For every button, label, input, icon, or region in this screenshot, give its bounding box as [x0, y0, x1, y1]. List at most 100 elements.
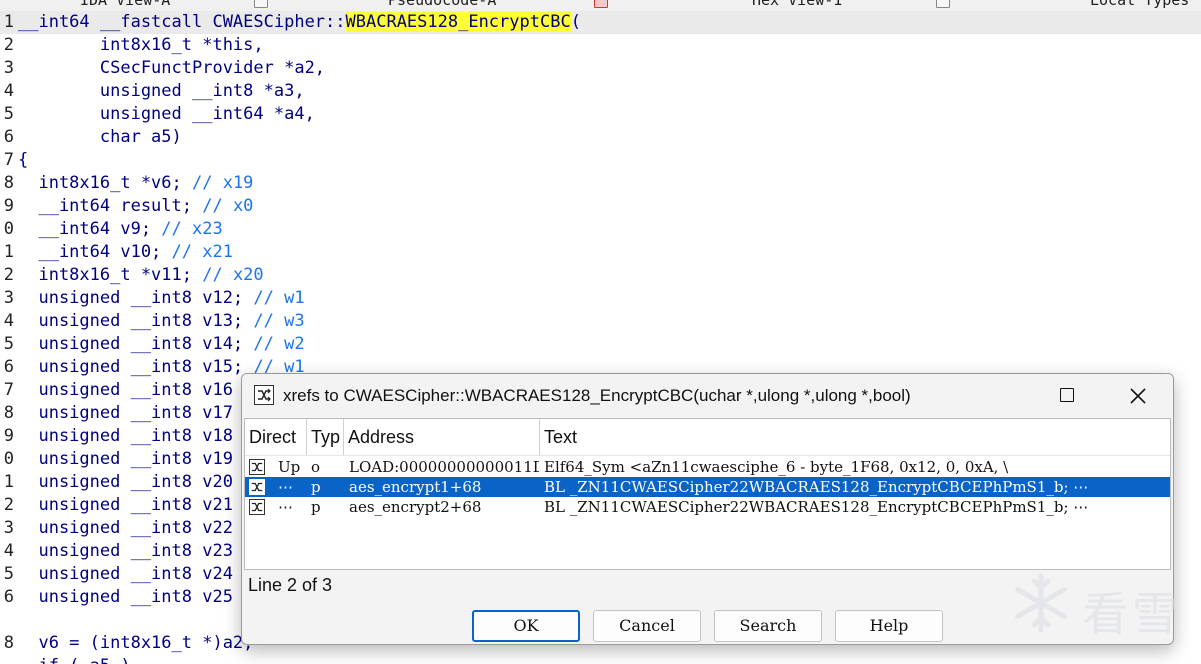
code-line[interactable]: 7{ — [0, 149, 1201, 172]
code-token: char a5) — [18, 127, 182, 147]
column-header-type[interactable]: Typ — [307, 419, 344, 455]
code-token: unsigned __int8 v14; — [18, 334, 254, 354]
code-token: __int64 __fastcall CWAESCipher:: — [18, 12, 346, 32]
code-text: unsigned __int8 v22 — [18, 517, 233, 540]
code-line[interactable]: 8 int8x16_t *v6; // x19 — [0, 172, 1201, 195]
code-token: unsigned __int8 v18 — [18, 426, 233, 446]
code-token: unsigned __int8 *a3, — [18, 81, 305, 101]
code-text: { — [18, 149, 28, 172]
tab-3[interactable]: Local Types — [1090, 0, 1189, 11]
code-comment: // x19 — [192, 173, 254, 193]
code-line[interactable]: 2 int8x16_t *this, — [0, 34, 1201, 57]
xref-text: BL _ZN11CWAESCipher22WBACRAES128_Encrypt… — [544, 498, 1089, 516]
code-text: __int64 v9; // x23 — [18, 218, 222, 241]
xref-row[interactable]: ⋯ p aes_encrypt1+68 BL _ZN11CWAESCipher22WB… — [245, 477, 1170, 497]
column-header-address[interactable]: Address — [344, 419, 540, 455]
code-line[interactable]: 4 unsigned __int8 *a3, — [0, 80, 1201, 103]
code-text: CSecFunctProvider *a2, — [18, 57, 325, 80]
cancel-button[interactable]: Cancel — [593, 610, 701, 642]
ok-button[interactable]: OK — [472, 610, 580, 642]
code-line[interactable]: 4 unsigned __int8 v13; // w3 — [0, 310, 1201, 333]
line-number: 3 — [3, 58, 14, 78]
tab-close-icon[interactable] — [936, 0, 950, 8]
line-number: 4 — [3, 541, 14, 561]
tab-close-icon[interactable] — [594, 0, 608, 8]
code-line[interactable]: 2 int8x16_t *v11; // x20 — [0, 264, 1201, 287]
code-comment: // x20 — [202, 265, 264, 285]
code-line[interactable]: if ( a5 ) — [0, 655, 1201, 664]
code-text: unsigned __int8 v13; // w3 — [18, 310, 304, 333]
code-text: unsigned __int8 v19 — [18, 448, 232, 471]
code-text: __int64 v10; // x21 — [18, 241, 232, 264]
column-header-text[interactable]: Text — [540, 419, 1170, 455]
line-number: 5 — [3, 564, 14, 584]
xref-direction: Up — [278, 458, 301, 476]
code-line[interactable]: 3 CSecFunctProvider *a2, — [0, 57, 1201, 80]
code-token: if ( a5 ) — [18, 656, 130, 664]
maximize-button[interactable] — [1044, 374, 1090, 418]
xref-direction: ⋯ — [278, 498, 293, 516]
code-text: unsigned __int8 v20 — [18, 471, 233, 494]
help-button[interactable]: Help — [835, 610, 943, 642]
code-text: unsigned __int8 v18 — [18, 425, 233, 448]
code-text: if ( a5 ) — [18, 655, 130, 664]
code-token: int8x16_t *v6; — [18, 173, 192, 193]
line-number: 3 — [3, 518, 14, 538]
maximize-icon — [1060, 388, 1074, 402]
tab-close-icon[interactable] — [254, 0, 268, 8]
search-button[interactable]: Search — [714, 610, 822, 642]
code-text: __int64 result; // x0 — [18, 195, 253, 218]
line-number: 9 — [3, 196, 14, 216]
line-number: 8 — [3, 173, 14, 193]
code-text: __int64 __fastcall CWAESCipher::WBACRAES… — [18, 11, 581, 34]
line-number: 6 — [3, 357, 14, 377]
code-line[interactable]: 5 unsigned __int8 v14; // w2 — [0, 333, 1201, 356]
code-token: unsigned __int8 v20 — [18, 472, 233, 492]
tab-2[interactable]: Hex View-1 — [752, 0, 842, 11]
line-number: 3 — [3, 288, 14, 308]
code-text: v6 = (int8x16_t *)a2; — [18, 632, 253, 655]
code-token: unsigned __int8 v23 — [18, 541, 233, 561]
line-number: 2 — [3, 265, 14, 285]
code-line[interactable]: 1 __int64 v10; // x21 — [0, 241, 1201, 264]
code-text: int8x16_t *v6; // x19 — [18, 172, 253, 195]
xrefs-list[interactable]: Direct Typ Address Text Up o LOAD:00000000… — [244, 418, 1171, 570]
code-comment: // w1 — [253, 288, 305, 308]
code-token: __int64 v9; — [18, 219, 162, 239]
column-header-direction[interactable]: Direct — [245, 419, 307, 455]
xref-row[interactable]: Up o LOAD:00000000000011D0 Elf64_Sym <aZn11… — [245, 457, 1170, 477]
code-text: char a5) — [18, 126, 182, 149]
status-line: Line 2 of 3 — [248, 575, 333, 595]
line-number: 4 — [3, 311, 14, 331]
code-line[interactable]: 1 __int64 __fastcall CWAESCipher::WBACRAE… — [0, 11, 1201, 34]
code-line[interactable]: 0 __int64 v9; // x23 — [0, 218, 1201, 241]
code-token: CSecFunctProvider *a2, — [18, 58, 326, 78]
tab-1[interactable]: Pseudocode-A — [388, 0, 496, 11]
xref-text: Elf64_Sym <aZn11cwaesciphe_6 - byte_1F68… — [544, 458, 1009, 476]
dialog-titlebar[interactable]: xrefs to CWAESCipher::WBACRAES128_Encryp… — [242, 374, 1173, 418]
xref-address: aes_encrypt2+68 — [349, 498, 482, 516]
tab-0[interactable]: IDA View-A — [80, 0, 170, 11]
line-number: 5 — [3, 104, 14, 124]
code-token: ( — [570, 12, 581, 32]
code-token: unsigned __int8 v22 — [18, 518, 233, 538]
line-number: 2 — [3, 495, 14, 515]
code-text: unsigned __int8 v25 — [18, 586, 232, 609]
line-number: 1 — [3, 242, 14, 262]
code-token: unsigned __int8 v12; — [18, 288, 254, 308]
xref-row[interactable]: ⋯ p aes_encrypt2+68 BL _ZN11CWAESCipher22WB… — [245, 497, 1170, 517]
highlighted-function-name: WBACRAES128_EncryptCBC — [345, 12, 571, 32]
line-number: 8 — [3, 633, 14, 653]
code-text: unsigned __int8 v23 — [18, 540, 233, 563]
code-comment: // w2 — [253, 334, 305, 354]
code-line[interactable]: 9 __int64 result; // x0 — [0, 195, 1201, 218]
close-button[interactable] — [1114, 374, 1160, 418]
line-number: 8 — [3, 403, 14, 423]
code-token: unsigned __int64 *a4, — [18, 104, 315, 124]
code-text: unsigned __int8 v17 — [18, 402, 232, 425]
code-line[interactable]: 6 char a5) — [0, 126, 1201, 149]
line-number: 2 — [3, 35, 14, 55]
code-line[interactable]: 5 unsigned __int64 *a4, — [0, 103, 1201, 126]
code-line[interactable]: 3 unsigned __int8 v12; // w1 — [0, 287, 1201, 310]
code-token: unsigned __int8 v24 — [18, 564, 233, 584]
